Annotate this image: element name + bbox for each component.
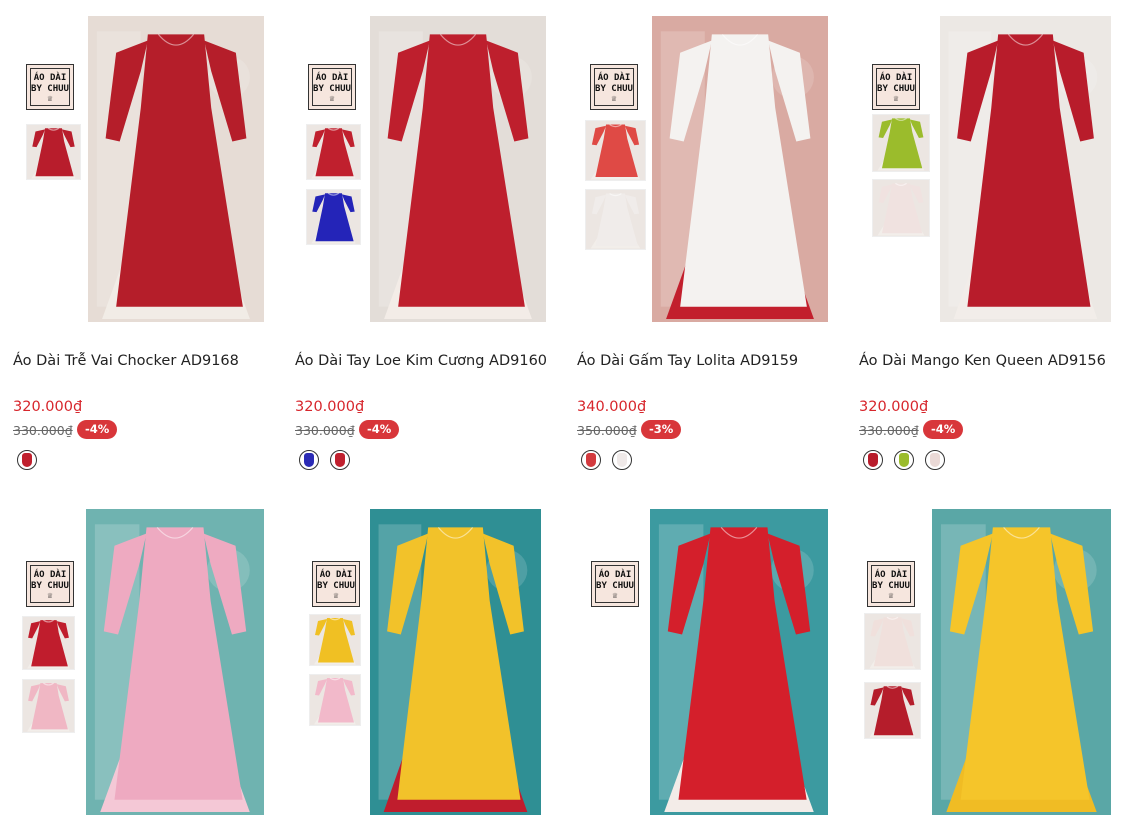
thumbnail-illustration xyxy=(586,190,645,249)
product-photo[interactable] xyxy=(652,16,828,322)
color-thumbnail[interactable] xyxy=(585,189,646,250)
thumbnail-illustration xyxy=(310,615,360,665)
dress-illustration xyxy=(932,509,1111,815)
product-name[interactable]: Áo Dài Mango Ken Queen AD9156 xyxy=(859,353,1121,369)
thumbnail-illustration xyxy=(873,180,929,236)
crown-icon: ♕ xyxy=(610,95,618,103)
color-thumbnail[interactable] xyxy=(872,114,930,172)
color-thumbnail[interactable] xyxy=(306,189,361,245)
product-photo[interactable] xyxy=(932,509,1111,815)
color-swatch[interactable] xyxy=(863,450,883,470)
crown-icon: ♕ xyxy=(46,592,54,600)
brand-logo: ÁO DÀI BY CHUU ♕ xyxy=(26,64,74,110)
product-price: 320.000₫ xyxy=(859,399,929,415)
thumbnail-illustration xyxy=(307,190,360,244)
discount-badge: -4% xyxy=(359,420,400,439)
color-thumbnail[interactable] xyxy=(306,124,361,180)
color-thumbnail[interactable] xyxy=(864,682,921,739)
color-thumbnail[interactable] xyxy=(309,614,361,666)
dress-illustration xyxy=(370,509,541,815)
brand-logo: ÁO DÀI BY CHUU ♕ xyxy=(591,561,639,607)
dress-illustration xyxy=(652,16,828,322)
brand-logo: ÁO DÀI BY CHUU ♕ xyxy=(312,561,360,607)
color-thumbnail[interactable] xyxy=(22,679,75,733)
dress-illustration xyxy=(650,509,828,815)
thumbnail-illustration xyxy=(307,125,360,179)
color-swatch[interactable] xyxy=(299,450,319,470)
product-image[interactable]: ÁO DÀI BY CHUU ♕ xyxy=(295,509,563,815)
product-photo[interactable] xyxy=(940,16,1111,322)
dress-illustration xyxy=(88,16,264,322)
thumbnail-illustration xyxy=(23,617,74,669)
product-photo[interactable] xyxy=(86,509,264,815)
product-image[interactable]: ÁO DÀI BY CHUU ♕ xyxy=(295,16,563,322)
product-image[interactable]: ÁO DÀI BY CHUU ♕ xyxy=(859,16,1121,322)
thumbnail-illustration xyxy=(873,115,929,171)
color-swatch[interactable] xyxy=(17,450,37,470)
brand-logo: ÁO DÀI BY CHUU ♕ xyxy=(26,561,74,607)
thumbnail-illustration xyxy=(586,121,645,180)
product-name[interactable]: Áo Dài Tay Loe Kim Cương AD9160 xyxy=(295,353,563,369)
dress-illustration xyxy=(86,509,264,815)
product-name[interactable]: Áo Dài Trễ Vai Chocker AD9168 xyxy=(13,353,281,369)
crown-icon: ♕ xyxy=(892,95,900,103)
discount-badge: -4% xyxy=(923,420,964,439)
thumbnail-illustration xyxy=(310,675,360,725)
color-thumbnail[interactable] xyxy=(309,674,361,726)
color-thumbnail[interactable] xyxy=(585,120,646,181)
crown-icon: ♕ xyxy=(332,592,340,600)
color-thumbnail[interactable] xyxy=(872,179,930,237)
product-image[interactable]: ÁO DÀI BY CHUU ♕ xyxy=(13,509,281,815)
discount-badge: -3% xyxy=(641,420,682,439)
crown-icon: ♕ xyxy=(887,592,895,600)
dress-illustration xyxy=(940,16,1111,322)
product-name[interactable]: Áo Dài Gấm Tay Lolita AD9159 xyxy=(577,353,845,369)
thumbnail-illustration xyxy=(27,125,80,179)
crown-icon: ♕ xyxy=(611,592,619,600)
brand-logo: ÁO DÀI BY CHUU ♕ xyxy=(308,64,356,110)
color-thumbnail[interactable] xyxy=(26,124,81,180)
product-price: 340.000₫ xyxy=(577,399,647,415)
color-swatch[interactable] xyxy=(925,450,945,470)
product-photo[interactable] xyxy=(88,16,264,322)
product-price: 320.000₫ xyxy=(13,399,83,415)
color-swatch[interactable] xyxy=(894,450,914,470)
thumbnail-illustration xyxy=(865,683,920,738)
thumbnail-illustration xyxy=(23,680,74,732)
original-price: 330.000₫ xyxy=(13,423,73,438)
product-image[interactable]: ÁO DÀI BY CHUU ♕ xyxy=(577,509,845,815)
crown-icon: ♕ xyxy=(46,95,54,103)
product-photo[interactable] xyxy=(370,509,541,815)
product-photo[interactable] xyxy=(370,16,546,322)
thumbnail-illustration xyxy=(865,614,920,669)
color-swatch[interactable] xyxy=(612,450,632,470)
color-swatch[interactable] xyxy=(581,450,601,470)
brand-logo: ÁO DÀI BY CHUU ♕ xyxy=(590,64,638,110)
product-image[interactable]: ÁO DÀI BY CHUU ♕ xyxy=(13,16,281,322)
original-price: 330.000₫ xyxy=(859,423,919,438)
discount-badge: -4% xyxy=(77,420,118,439)
original-price: 330.000₫ xyxy=(295,423,355,438)
product-image[interactable]: ÁO DÀI BY CHUU ♕ xyxy=(577,16,845,322)
product-photo[interactable] xyxy=(650,509,828,815)
brand-logo: ÁO DÀI BY CHUU ♕ xyxy=(867,561,915,607)
color-thumbnail[interactable] xyxy=(864,613,921,670)
product-image[interactable]: ÁO DÀI BY CHUU ♕ xyxy=(859,509,1121,815)
original-price: 350.000₫ xyxy=(577,423,637,438)
color-thumbnail[interactable] xyxy=(22,616,75,670)
crown-icon: ♕ xyxy=(328,95,336,103)
brand-logo: ÁO DÀI BY CHUU ♕ xyxy=(872,64,920,110)
dress-illustration xyxy=(370,16,546,322)
color-swatch[interactable] xyxy=(330,450,350,470)
product-price: 320.000₫ xyxy=(295,399,365,415)
